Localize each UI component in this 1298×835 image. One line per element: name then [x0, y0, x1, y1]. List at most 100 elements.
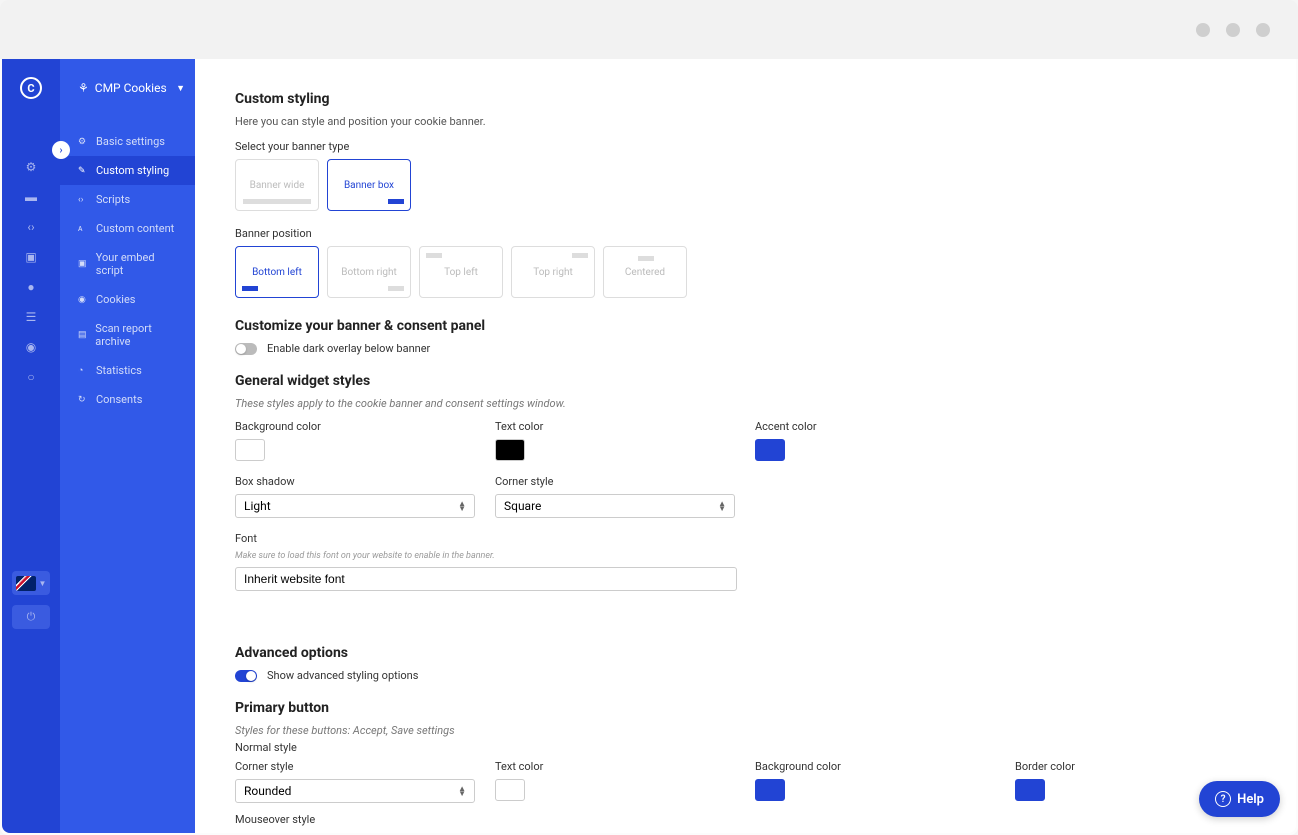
rail-icon-info[interactable]: ○ [23, 369, 39, 385]
position-label-text: Top left [444, 267, 478, 278]
cookie-icon: ◉ [78, 295, 88, 305]
sidebar-item-label: Custom styling [96, 164, 169, 177]
bg-color-label: Background color [755, 760, 1015, 773]
window-control-dot[interactable] [1226, 23, 1240, 37]
sidebar-item-label: Cookies [96, 293, 135, 306]
sidebar-header[interactable]: ⚘ CMP Cookies ▼ [60, 81, 195, 95]
sidebar-item-basic-settings[interactable]: ⚙Basic settings [60, 127, 195, 156]
font-input[interactable] [235, 567, 737, 591]
bg-color-label: Background color [235, 420, 495, 433]
sidebar-item-embed-script[interactable]: ▣Your embed script [60, 243, 195, 285]
text-icon: ᴀ [78, 223, 88, 234]
chevron-down-icon: ▼ [176, 83, 185, 94]
rail-icon-briefcase[interactable]: ▣ [23, 249, 39, 265]
select-caret-icon: ▲▼ [458, 786, 466, 796]
sidebar-item-consents[interactable]: ↻ Consents [60, 385, 195, 414]
nav-rail: C › ⚙ ▬ ‹› ▣ ● ☰ ◉ ○ ▼ ⏻ [2, 59, 60, 833]
sidebar-item-scan-archive[interactable]: ▤ Scan report archive [60, 314, 195, 356]
rail-icon-globe[interactable]: ● [23, 279, 39, 295]
font-label: Font [235, 532, 1296, 545]
bg-color-label: Background color [755, 832, 1015, 833]
text-color-swatch[interactable] [495, 439, 525, 461]
chevron-down-icon: ▼ [39, 579, 47, 588]
sidebar-item-statistics[interactable]: ◔Statistics [60, 356, 195, 385]
corner-label: Corner style [235, 832, 495, 833]
select-caret-icon: ▲▼ [458, 501, 466, 511]
position-bottom-right[interactable]: Bottom right [327, 246, 411, 298]
sidebar-title: CMP Cookies [95, 81, 167, 95]
section-note: These styles apply to the cookie banner … [235, 397, 1296, 410]
accent-color-swatch[interactable] [755, 439, 785, 461]
help-icon: ? [1215, 791, 1231, 807]
sidebar-item-label: Consents [96, 393, 142, 406]
main-content: Custom styling Here you can style and po… [195, 59, 1296, 833]
banner-type-label-text: Banner box [344, 180, 394, 191]
archive-icon: ▤ [78, 330, 87, 340]
rail-icon-tree[interactable]: ⚙ [23, 159, 39, 175]
window-control-dot[interactable] [1196, 23, 1210, 37]
dark-overlay-toggle[interactable] [235, 343, 257, 355]
code-icon: ‹› [78, 195, 88, 205]
gear-icon: ⚙ [78, 137, 88, 147]
advanced-options-toggle[interactable] [235, 670, 257, 682]
language-selector[interactable]: ▼ [12, 571, 50, 595]
normal-bg-color-swatch[interactable] [755, 779, 785, 801]
sidebar: ⚘ CMP Cookies ▼ ⚙Basic settings ✎ Custom … [60, 59, 195, 833]
toggle-label: Enable dark overlay below banner [267, 342, 430, 355]
pencil-icon: ✎ [78, 166, 88, 176]
position-bottom-left[interactable]: Bottom left [235, 246, 319, 298]
mouseover-style-label: Mouseover style [235, 813, 1296, 826]
position-top-left[interactable]: Top left [419, 246, 503, 298]
banner-position-label: Banner position [235, 227, 1296, 240]
sidebar-item-custom-styling[interactable]: ✎ Custom styling [60, 156, 195, 185]
power-button[interactable]: ⏻ [12, 605, 50, 629]
select-value: Square [504, 499, 541, 513]
preview-bar [388, 199, 404, 204]
app-logo[interactable]: C [20, 77, 42, 99]
select-caret-icon: ▲▼ [718, 501, 726, 511]
section-heading: Custom styling [235, 91, 1296, 107]
rail-icon-code[interactable]: ‹› [23, 219, 39, 235]
position-label-text: Top right [533, 267, 573, 278]
corner-style-select[interactable]: Square ▲▼ [495, 494, 735, 518]
tree-icon: ⚘ [78, 81, 89, 95]
position-centered[interactable]: Centered [603, 246, 687, 298]
section-note: Styles for these buttons: Accept, Save s… [235, 724, 1296, 737]
refresh-icon: ↻ [78, 395, 88, 405]
normal-corner-select[interactable]: Rounded▲▼ [235, 779, 475, 803]
bg-color-swatch[interactable] [235, 439, 265, 461]
sidebar-toggle[interactable]: › [52, 141, 70, 159]
border-color-label: Border color [1015, 760, 1275, 773]
sidebar-item-cookies[interactable]: ◉ Cookies [60, 285, 195, 314]
section-description: Here you can style and position your coo… [235, 115, 1296, 128]
sidebar-item-custom-content[interactable]: ᴀ Custom content [60, 214, 195, 243]
section-heading: General widget styles [235, 373, 1296, 389]
normal-border-color-swatch[interactable] [1015, 779, 1045, 801]
corner-label: Corner style [235, 760, 495, 773]
rail-icon-users[interactable]: ☰ [23, 309, 39, 325]
section-heading: Customize your banner & consent panel [235, 318, 1296, 334]
window-titlebar [0, 0, 1298, 59]
position-label-text: Centered [625, 267, 665, 278]
banner-type-wide[interactable]: Banner wide [235, 159, 319, 211]
rail-icon-folder[interactable]: ▬ [23, 189, 39, 205]
sidebar-item-scripts[interactable]: ‹›Scripts [60, 185, 195, 214]
help-button[interactable]: ? Help [1199, 781, 1280, 817]
banner-type-box[interactable]: Banner box [327, 159, 411, 211]
rail-icon-world[interactable]: ◉ [23, 339, 39, 355]
banner-type-label: Select your banner type [235, 140, 1296, 153]
normal-style-label: Normal style [235, 741, 1296, 754]
font-note: Make sure to load this font on your webs… [235, 551, 1296, 561]
corner-style-label: Corner style [495, 475, 755, 488]
box-shadow-select[interactable]: Light ▲▼ [235, 494, 475, 518]
uk-flag-icon [16, 576, 36, 591]
section-heading: Advanced options [235, 645, 1296, 661]
window-control-dot[interactable] [1256, 23, 1270, 37]
sidebar-item-label: Your embed script [96, 251, 183, 277]
sidebar-item-label: Custom content [96, 222, 174, 235]
position-top-right[interactable]: Top right [511, 246, 595, 298]
normal-text-color-swatch[interactable] [495, 779, 525, 801]
sidebar-item-label: Scan report archive [95, 322, 183, 348]
position-label-text: Bottom left [252, 267, 302, 278]
select-value: Light [244, 499, 271, 513]
